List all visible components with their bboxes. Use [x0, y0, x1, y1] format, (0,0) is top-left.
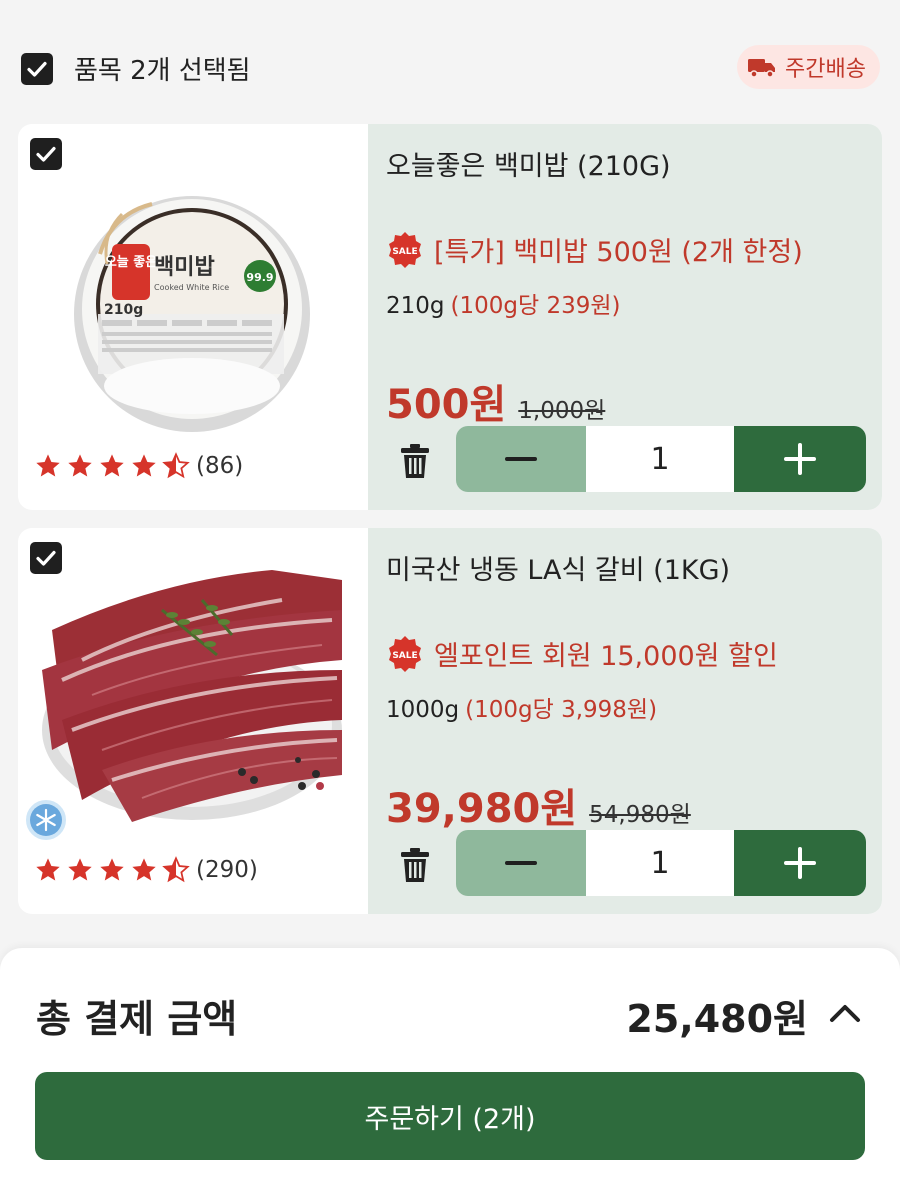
sale-price: 39,980원	[386, 786, 578, 832]
order-button[interactable]: 주문하기 (2개)	[35, 1072, 865, 1160]
cart-item-galbi: (290) 미국산 냉동 LA식 갈비 (1KG) SALE 엘포인트 회원 1…	[18, 528, 882, 914]
plus-icon	[784, 443, 816, 475]
delivery-badge-label: 주간배송	[785, 57, 866, 82]
minus-icon	[505, 457, 537, 461]
increase-button[interactable]	[734, 830, 866, 896]
promo-text: [특가] 백미밥 500원 (2개 한정)	[434, 237, 803, 268]
unit-price: (100g당 239원)	[450, 293, 621, 319]
check-icon	[36, 146, 56, 162]
product-image-rice[interactable]: 오늘 좋은 백미밥 Cooked White Rice 99.9 210g	[42, 174, 342, 436]
review-count: (290)	[196, 857, 258, 883]
quantity-value[interactable]: 1	[586, 830, 734, 896]
total-label: 총 결제 금액	[36, 997, 238, 1041]
truck-icon	[748, 59, 776, 78]
promo-line: SALE [특가] 백미밥 500원 (2개 한정)	[386, 230, 803, 269]
chevron-up-icon[interactable]	[828, 998, 862, 1026]
trash-icon[interactable]	[398, 846, 432, 884]
weight: 210g	[386, 293, 445, 319]
rating: (290)	[34, 856, 258, 884]
quantity-stepper: 1	[456, 830, 866, 896]
sale-price: 500원	[386, 382, 507, 428]
rice-brand-text: 오늘 좋은	[105, 255, 157, 270]
review-count: (86)	[196, 453, 244, 479]
promo-text: 엘포인트 회원 15,000원 할인	[434, 641, 778, 672]
star-half-icon	[162, 452, 190, 479]
selection-bar: 품목 2개 선택됨 주간배송	[0, 0, 900, 120]
svg-text:SALE: SALE	[392, 651, 417, 661]
star-filled-icon	[68, 858, 92, 881]
original-price: 1,000원	[518, 398, 606, 424]
product-image-galbi[interactable]	[42, 560, 342, 822]
star-filled-icon	[36, 858, 60, 881]
price-row: 500원 1,000원	[386, 372, 605, 430]
product-name[interactable]: 오늘좋은 백미밥 (210G)	[386, 144, 671, 183]
star-half-icon	[162, 856, 190, 883]
weight-line: 1000g (100g당 3,998원)	[386, 690, 657, 724]
sale-badge-icon: SALE	[389, 231, 421, 268]
unit-price: (100g당 3,998원)	[465, 697, 658, 723]
item-details-panel: 미국산 냉동 LA식 갈비 (1KG) SALE 엘포인트 회원 15,000원…	[368, 528, 882, 914]
checkout-footer: 총 결제 금액 25,480원 주문하기 (2개)	[0, 948, 900, 1194]
star-filled-icon	[100, 454, 124, 477]
trash-icon[interactable]	[398, 442, 432, 480]
rice-percent-text: 99.9	[246, 271, 273, 284]
rating: (86)	[34, 452, 243, 480]
star-filled-icon	[36, 454, 60, 477]
sale-badge-icon: SALE	[389, 635, 421, 672]
rice-title-text: 백미밥	[154, 255, 215, 280]
total-amount: 25,480원	[626, 997, 808, 1041]
star-filled-icon	[132, 858, 156, 881]
star-filled-icon	[68, 454, 92, 477]
cart-item-rice: 오늘 좋은 백미밥 Cooked White Rice 99.9 210g (8…	[18, 124, 882, 510]
item-checkbox[interactable]	[30, 138, 62, 170]
svg-text:SALE: SALE	[392, 247, 417, 257]
delivery-badge: 주간배송	[737, 45, 880, 89]
select-all-checkbox[interactable]	[21, 53, 53, 85]
minus-icon	[505, 861, 537, 865]
star-filled-icon	[100, 858, 124, 881]
plus-icon	[784, 847, 816, 879]
price-row: 39,980원 54,980원	[386, 776, 691, 834]
promo-line: SALE 엘포인트 회원 15,000원 할인	[386, 634, 778, 673]
selection-count-label: 품목 2개 선택됨	[74, 56, 251, 86]
decrease-button[interactable]	[456, 830, 586, 896]
check-icon	[27, 61, 47, 77]
original-price: 54,980원	[589, 802, 691, 828]
rice-weight-text: 210g	[104, 302, 143, 318]
quantity-value[interactable]: 1	[586, 426, 734, 492]
decrease-button[interactable]	[456, 426, 586, 492]
increase-button[interactable]	[734, 426, 866, 492]
product-name[interactable]: 미국산 냉동 LA식 갈비 (1KG)	[386, 548, 730, 587]
weight: 1000g	[386, 697, 460, 723]
star-filled-icon	[132, 454, 156, 477]
weight-line: 210g (100g당 239원)	[386, 286, 620, 320]
quantity-stepper: 1	[456, 426, 866, 492]
rice-subtitle-text: Cooked White Rice	[154, 283, 229, 292]
item-details-panel: 오늘좋은 백미밥 (210G) SALE [특가] 백미밥 500원 (2개 한…	[368, 124, 882, 510]
frozen-icon	[24, 798, 68, 842]
